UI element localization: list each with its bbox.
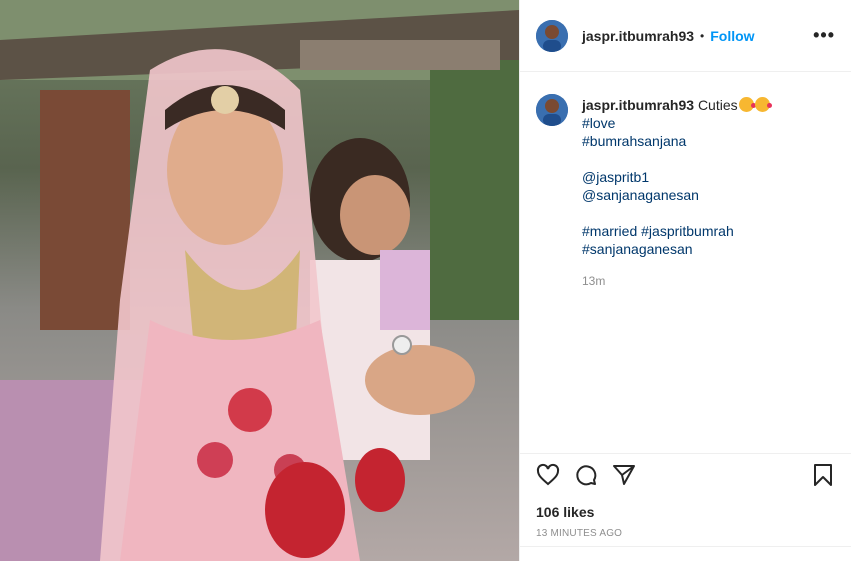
save-bookmark-icon[interactable] xyxy=(811,463,835,492)
post-header: jaspr.itbumrah93 • Follow ••• xyxy=(520,0,851,72)
caption-username[interactable]: jaspr.itbumrah93 xyxy=(582,97,694,113)
post-actions: 106 likes 13 MINUTES AGO xyxy=(520,453,851,539)
comment-bar xyxy=(520,546,851,561)
like-heart-icon[interactable] xyxy=(536,463,560,492)
hashtag-sanjanaganesan[interactable]: #sanjanaganesan xyxy=(582,240,770,258)
instagram-post: jaspr.itbumrah93 • Follow ••• jaspr.itbu… xyxy=(0,0,851,561)
kissing-face-icon xyxy=(754,97,772,112)
profile-picture-icon xyxy=(536,19,568,52)
kissing-face-icon xyxy=(738,97,756,112)
profile-picture-icon xyxy=(536,94,568,126)
hashtag-love[interactable]: #love xyxy=(582,114,770,132)
caption: jaspr.itbumrah93 Cuties #love #bumrahsan… xyxy=(536,94,835,290)
post-timestamp[interactable]: 13 MINUTES AGO xyxy=(536,528,835,539)
action-icons xyxy=(536,463,835,492)
caption-body: jaspr.itbumrah93 Cuties #love #bumrahsan… xyxy=(582,96,772,290)
hashtags-married-jaspritbumrah[interactable]: #married #jaspritbumrah xyxy=(582,222,770,240)
hashtag-bumrahsanjana[interactable]: #bumrahsanjana xyxy=(582,132,770,150)
separator-dot: • xyxy=(700,28,705,43)
post-sidebar: jaspr.itbumrah93 • Follow ••• jaspr.itbu… xyxy=(519,0,851,561)
mention-sanjanaganesan[interactable]: @sanjanaganesan xyxy=(582,186,770,204)
follow-button[interactable]: Follow xyxy=(710,28,754,44)
comment-icon[interactable] xyxy=(574,463,598,492)
likes-count[interactable]: 106 likes xyxy=(536,504,835,520)
share-icon[interactable] xyxy=(612,463,636,492)
post-photo[interactable] xyxy=(0,0,519,561)
more-options-icon[interactable]: ••• xyxy=(813,25,835,46)
caption-avatar[interactable] xyxy=(536,94,568,126)
wedding-photo-illustration xyxy=(0,0,519,561)
caption-time[interactable]: 13m xyxy=(582,272,770,290)
mention-jaspritb1[interactable]: @jaspritb1 xyxy=(582,168,770,186)
header-username[interactable]: jaspr.itbumrah93 xyxy=(582,28,694,44)
caption-text: Cuties xyxy=(697,97,738,113)
avatar[interactable] xyxy=(536,19,568,52)
